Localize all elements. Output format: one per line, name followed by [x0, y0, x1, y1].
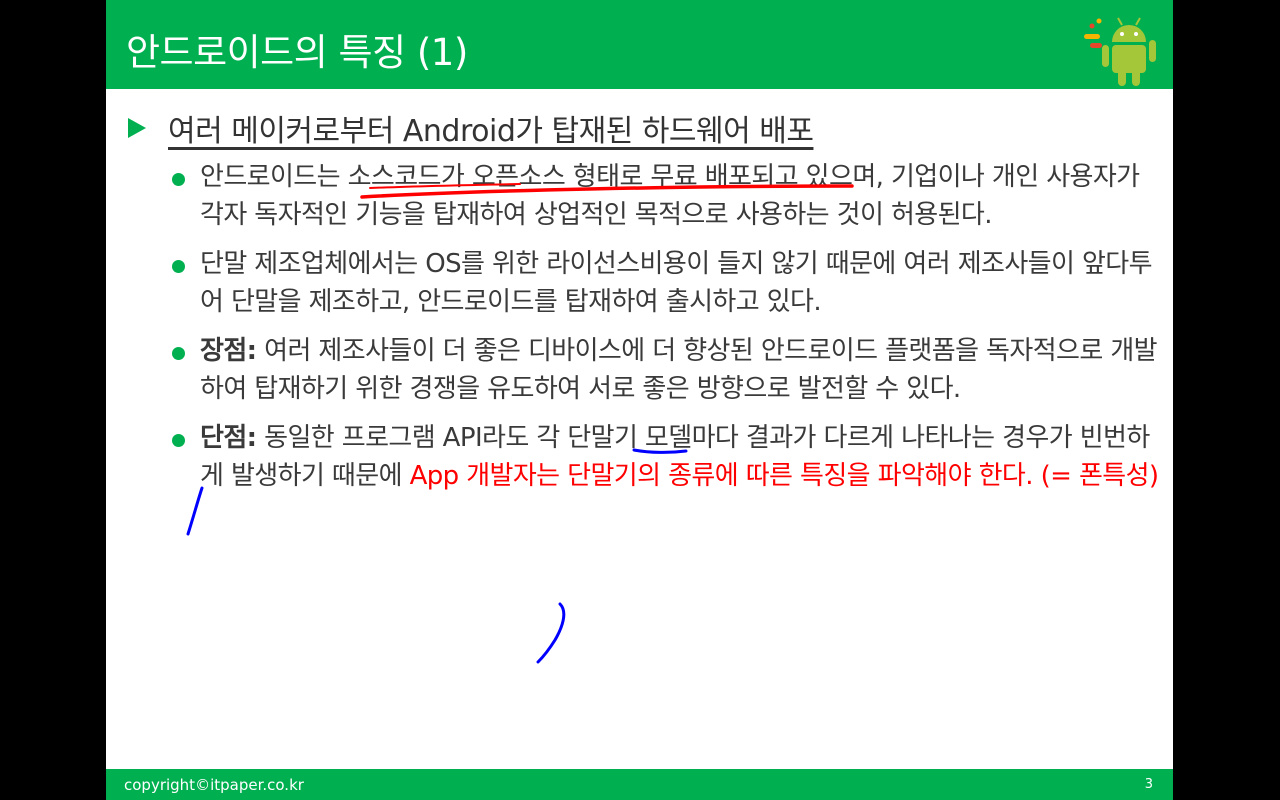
bullet-dot-icon: [172, 173, 185, 186]
red-emphasis-text: App 개발자는 단말기의 종류에 따른 특징을 파악해야 한다. (= 폰특성…: [409, 461, 1160, 491]
copyright-text: copyright©itpaper.co.kr: [124, 776, 304, 794]
footer: copyright©itpaper.co.kr 3: [106, 769, 1173, 800]
bullet-dot-icon: [172, 260, 185, 273]
page-number: 3: [1144, 777, 1153, 792]
highlighted-phrase: 소스코드가 오픈소스 형태로 무료 배포: [347, 162, 752, 192]
android-robot-icon: [1084, 17, 1156, 86]
heading-text: 여러 메이커로부터 Android가 탑재된 하드웨어 배포: [168, 114, 814, 149]
slide: 안드로이드의 특징 (1) 여러 메이커로부터 Android가 탑재된 하드웨…: [106, 0, 1173, 800]
bullet-dot-icon: [172, 434, 185, 447]
slide-title: 안드로이드의 특징 (1): [126, 31, 468, 74]
section-heading: 여러 메이커로부터 Android가 탑재된 하드웨어 배포: [126, 106, 1166, 150]
bullet-item-license: 단말 제조업체에서는 OS를 위한 라이선스비용이 들지 않기 때문에 여러 제…: [172, 245, 1162, 321]
disadvantage-label: 단점:: [200, 423, 257, 453]
bullet-item-advantage: 장점: 여러 제조사들이 더 좋은 디바이스에 더 향상된 안드로이드 플랫폼을…: [172, 332, 1162, 408]
bullet-item-disadvantage: 단점: 동일한 프로그램 API라도 각 단말기 모델마다 결과가 다르게 나타…: [172, 419, 1162, 495]
bullet-item-open-source: 안드로이드는 소스코드가 오픈소스 형태로 무료 배포되고 있으며, 기업이나 …: [172, 158, 1162, 234]
advantage-label: 장점:: [200, 336, 257, 366]
bullet-dot-icon: [172, 347, 185, 360]
arrow-bullet-icon: [128, 118, 146, 138]
title-bar: 안드로이드의 특징 (1): [106, 0, 1173, 89]
bullet-list: 안드로이드는 소스코드가 오픈소스 형태로 무료 배포되고 있으며, 기업이나 …: [172, 158, 1162, 506]
